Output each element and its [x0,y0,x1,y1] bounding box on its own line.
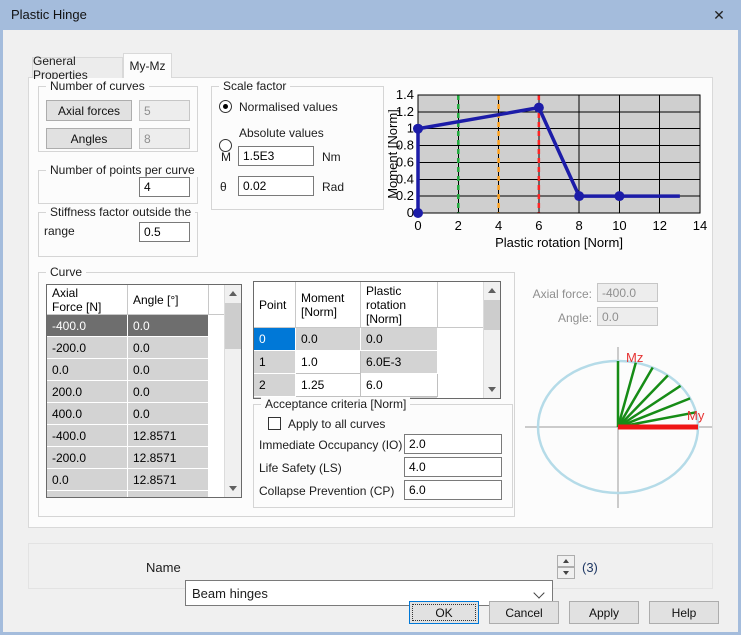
acceptance-criteria-group: Acceptance criteria [Norm] [253,404,513,508]
group-legend: Curve [46,265,86,279]
name-spinner [557,555,575,579]
window-border-left [0,30,3,632]
svg-text:0: 0 [414,218,421,233]
svg-text:4: 4 [495,218,502,233]
svg-text:6: 6 [535,218,542,233]
close-button[interactable]: ✕ [700,0,738,30]
hinge-count-badge: (3) [582,560,598,575]
group-legend: Acceptance criteria [Norm] [261,397,410,411]
tab-label: My-Mz [130,59,166,73]
points-per-curve-group: Number of points per curve [38,170,198,204]
group-legend: Scale factor [219,79,290,93]
svg-text:12: 12 [652,218,666,233]
svg-text:10: 10 [612,218,626,233]
help-button[interactable]: Help [649,601,719,624]
svg-text:0: 0 [407,205,414,220]
group-legend: Number of points per curve [46,163,199,177]
moment-rotation-chart: 0246810121400.20.40.60.811.21.4Plastic r… [388,82,713,254]
axial-force-label: Axial force: [520,287,592,301]
tab-general-properties[interactable]: General Properties [32,57,123,78]
svg-text:1: 1 [407,121,414,136]
cancel-button[interactable]: Cancel [489,601,559,624]
number-of-curves-group: Number of curves [38,86,198,152]
stiffness-factor-group: Stiffness factor outside the [38,212,198,257]
close-icon: ✕ [713,7,725,24]
svg-text:Plastic rotation [Norm]: Plastic rotation [Norm] [495,235,623,250]
my-mz-interaction-diagram: Mz My [525,338,720,516]
group-legend: Number of curves [46,79,149,93]
svg-text:2: 2 [455,218,462,233]
arrow-down-icon [563,571,569,575]
spinner-down-button[interactable] [557,567,575,579]
name-combobox-value: Beam hinges [192,586,268,601]
name-label: Name [146,560,181,575]
axial-force-value-field: -400.0 [597,283,658,302]
apply-button[interactable]: Apply [569,601,639,624]
tab-label: General Properties [33,54,122,82]
svg-text:1.4: 1.4 [396,87,414,102]
ok-button[interactable]: OK [409,601,479,624]
svg-text:14: 14 [693,218,707,233]
plastic-hinge-dialog: Plastic Hinge ✕ General Properties My-Mz… [0,0,741,635]
tab-my-mz[interactable]: My-Mz [123,53,172,78]
title-bar[interactable]: Plastic Hinge ✕ [0,0,741,30]
arrow-up-icon [563,559,569,563]
window-title: Plastic Hinge [11,7,87,22]
scale-factor-group: Scale factor [211,86,384,210]
group-legend: Stiffness factor outside the [46,205,195,219]
svg-text:Moment [Norm]: Moment [Norm] [388,109,400,199]
svg-text:Mz: Mz [626,350,643,365]
spinner-up-button[interactable] [557,555,575,567]
angle-value-field: 0.0 [597,307,658,326]
svg-text:8: 8 [576,218,583,233]
svg-text:My: My [687,408,705,423]
angle-label: Angle: [520,311,592,325]
chevron-down-icon [533,587,544,598]
